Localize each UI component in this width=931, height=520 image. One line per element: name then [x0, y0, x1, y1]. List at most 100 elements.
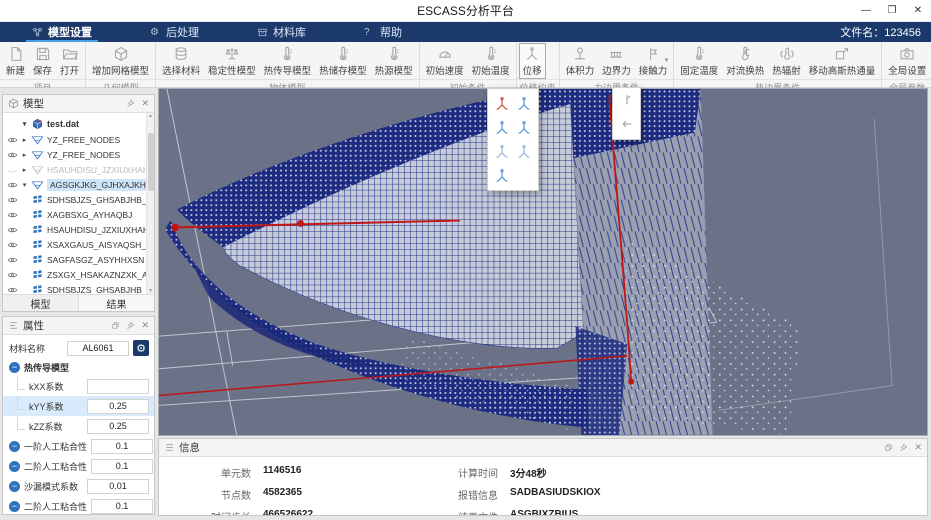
scroll-down-icon[interactable]: ▼ [148, 288, 153, 294]
close-icon[interactable]: ✕ [141, 98, 149, 109]
menu-help[interactable]: ? 帮助 [352, 22, 414, 42]
value-field[interactable]: 0.1 [91, 438, 154, 454]
minimize-icon[interactable]: — [853, 1, 879, 21]
heat-conduction-group-row[interactable]: − 热传导模型 [3, 358, 154, 376]
tab-result[interactable]: 结果 [78, 295, 154, 311]
viewport-3d[interactable] [158, 88, 928, 436]
heat-conduction-model-button[interactable]: 热传导模型 [260, 43, 316, 79]
moving-gauss-flux-button[interactable]: 移动高斯热通量 [805, 43, 880, 79]
heat-storage-model-button[interactable]: 热储存模型 [315, 43, 371, 79]
eye-icon[interactable] [6, 286, 18, 294]
element-count-value: 1146516 [263, 465, 302, 476]
eye-icon[interactable] [6, 181, 18, 189]
material-name-field[interactable]: AL6061 [67, 340, 129, 356]
property-row: − 沙漏模式系数 0.01 [3, 476, 154, 496]
tree-item-hidden[interactable]: ▸ HSAUHDISU_JZXIUXHAHX [3, 162, 154, 177]
pin-icon[interactable] [899, 443, 908, 452]
tree-item[interactable]: XAGBSXG_AYHAQBJ [3, 207, 146, 222]
maximize-icon[interactable]: ❐ [879, 1, 905, 21]
constraint-triad-selected-icon[interactable] [493, 95, 510, 112]
tree-item[interactable]: SDHSBJZS_GHSABJHB_ZAHU [3, 192, 154, 207]
eye-icon[interactable] [6, 196, 18, 204]
expand-arrow-icon[interactable]: ▾ [21, 181, 28, 189]
value-field[interactable]: 0.1 [91, 498, 154, 514]
collapse-minus-icon[interactable]: − [9, 460, 20, 472]
open-button[interactable]: 打开 [56, 43, 83, 79]
value-field[interactable]: 0.1 [91, 458, 154, 474]
initial-velocity-button[interactable]: 初始速度 [422, 43, 468, 79]
close-icon[interactable]: ✕ [905, 1, 931, 21]
eye-icon[interactable] [6, 271, 18, 279]
collapse-arrow-icon[interactable]: ▸ [21, 166, 28, 174]
chevron-down-icon: ▾ [664, 57, 669, 64]
tree-scrollbar[interactable]: ▲ ▼ [146, 113, 154, 294]
tree-item[interactable]: ▸ YZ_FREE_NODES [3, 147, 146, 162]
constraint-triad-icon[interactable] [515, 95, 532, 112]
kyy-field[interactable]: 0.25 [87, 398, 149, 414]
tree-item[interactable]: SAGFASGZ_ASYHHXSN [3, 252, 146, 267]
eye-icon[interactable] [6, 151, 18, 159]
contact-force-button[interactable]: ▾ 接触力 [635, 43, 672, 79]
boundary-force-button[interactable]: 边界力 [598, 43, 635, 79]
eye-off-icon[interactable] [6, 166, 18, 174]
close-icon[interactable]: ✕ [914, 442, 922, 453]
tree-item[interactable]: SDHSBJZS_GHSABJHB_ZAHU [3, 282, 154, 294]
collapse-minus-icon[interactable]: − [9, 440, 20, 452]
restore-icon[interactable] [111, 321, 120, 330]
collapse-arrow-icon[interactable]: ▸ [21, 151, 28, 159]
eye-icon[interactable] [6, 226, 18, 234]
eye-icon[interactable] [6, 256, 18, 264]
constraint-triad-icon[interactable] [493, 143, 510, 160]
initial-temperature-button[interactable]: 初始温度 [468, 43, 514, 79]
constraint-triad-icon[interactable] [515, 143, 532, 160]
constraint-triad-icon[interactable] [493, 119, 510, 136]
menu-model-settings[interactable]: 模型设置 [20, 22, 104, 42]
body-force-button[interactable]: 体积力 [562, 43, 599, 79]
constraint-triad-icon[interactable] [493, 167, 510, 184]
contact-type-2-icon[interactable] [620, 117, 634, 134]
material-gear-button[interactable]: ⚙ [133, 340, 149, 356]
eye-icon[interactable] [6, 241, 18, 249]
constraint-triad-icon[interactable] [515, 119, 532, 136]
menu-material-library[interactable]: 材料库 [245, 22, 318, 42]
collapse-minus-icon[interactable]: − [9, 361, 20, 373]
tree-item[interactable]: HSAUHDISU_JZXIUXHAHX [3, 222, 154, 237]
contact-type-1-icon[interactable] [620, 93, 634, 110]
tree-item[interactable]: ▸ YZ_FREE_NODES [3, 132, 146, 147]
node-count-value: 4582365 [263, 487, 302, 498]
convection-button[interactable]: 对流换热 [722, 43, 768, 79]
stability-model-button[interactable]: 稳定性模型 [204, 43, 260, 79]
value-field[interactable]: 0.01 [87, 478, 149, 494]
fixed-temperature-button[interactable]: 固定温度 [676, 43, 722, 79]
add-mesh-model-button[interactable]: 增加网格模型 [88, 43, 153, 79]
global-settings-button[interactable]: 全局设置 [884, 43, 930, 79]
save-button[interactable]: 保存 [29, 43, 56, 79]
displacement-button[interactable]: 位移 [518, 43, 546, 79]
collapse-arrow-icon[interactable]: ▸ [21, 136, 28, 144]
scrollbar-thumb[interactable] [147, 133, 154, 191]
eye-icon[interactable] [6, 136, 18, 144]
eye-icon[interactable] [6, 211, 18, 219]
grid-icon [31, 239, 44, 251]
result-file-label: 结果文件 [444, 509, 498, 515]
menu-post-processing[interactable]: ⚙ 后处理 [138, 22, 211, 42]
restore-icon[interactable] [884, 443, 893, 452]
scroll-up-icon[interactable]: ▲ [148, 113, 153, 119]
collapse-minus-icon[interactable]: − [9, 480, 20, 492]
radiation-button[interactable]: 热辐射 [768, 43, 805, 79]
tab-model[interactable]: 模型 [3, 295, 78, 311]
kxx-field[interactable] [87, 378, 149, 394]
tree-item[interactable]: XSAXGAUS_AISYAQSH_ASHX [3, 237, 154, 252]
expand-arrow-icon[interactable]: ▾ [21, 120, 28, 128]
select-material-button[interactable]: 选择材料 [158, 43, 204, 79]
pin-icon[interactable] [126, 321, 135, 330]
heat-source-model-button[interactable]: 热源模型 [371, 43, 417, 79]
pin-icon[interactable] [126, 99, 135, 108]
tree-item-root[interactable]: ▾ test.dat [3, 115, 146, 132]
new-button[interactable]: 新建 [2, 43, 29, 79]
close-icon[interactable]: ✕ [141, 320, 149, 331]
tree-item[interactable]: ZSXGX_HSAKAZNZXK_AHASX [3, 267, 154, 282]
collapse-minus-icon[interactable]: − [9, 500, 20, 512]
kzz-field[interactable]: 0.25 [87, 418, 149, 434]
tree-item-selected[interactable]: ▾ AGSGKJKG_GJHXAJKHXA [3, 177, 154, 192]
